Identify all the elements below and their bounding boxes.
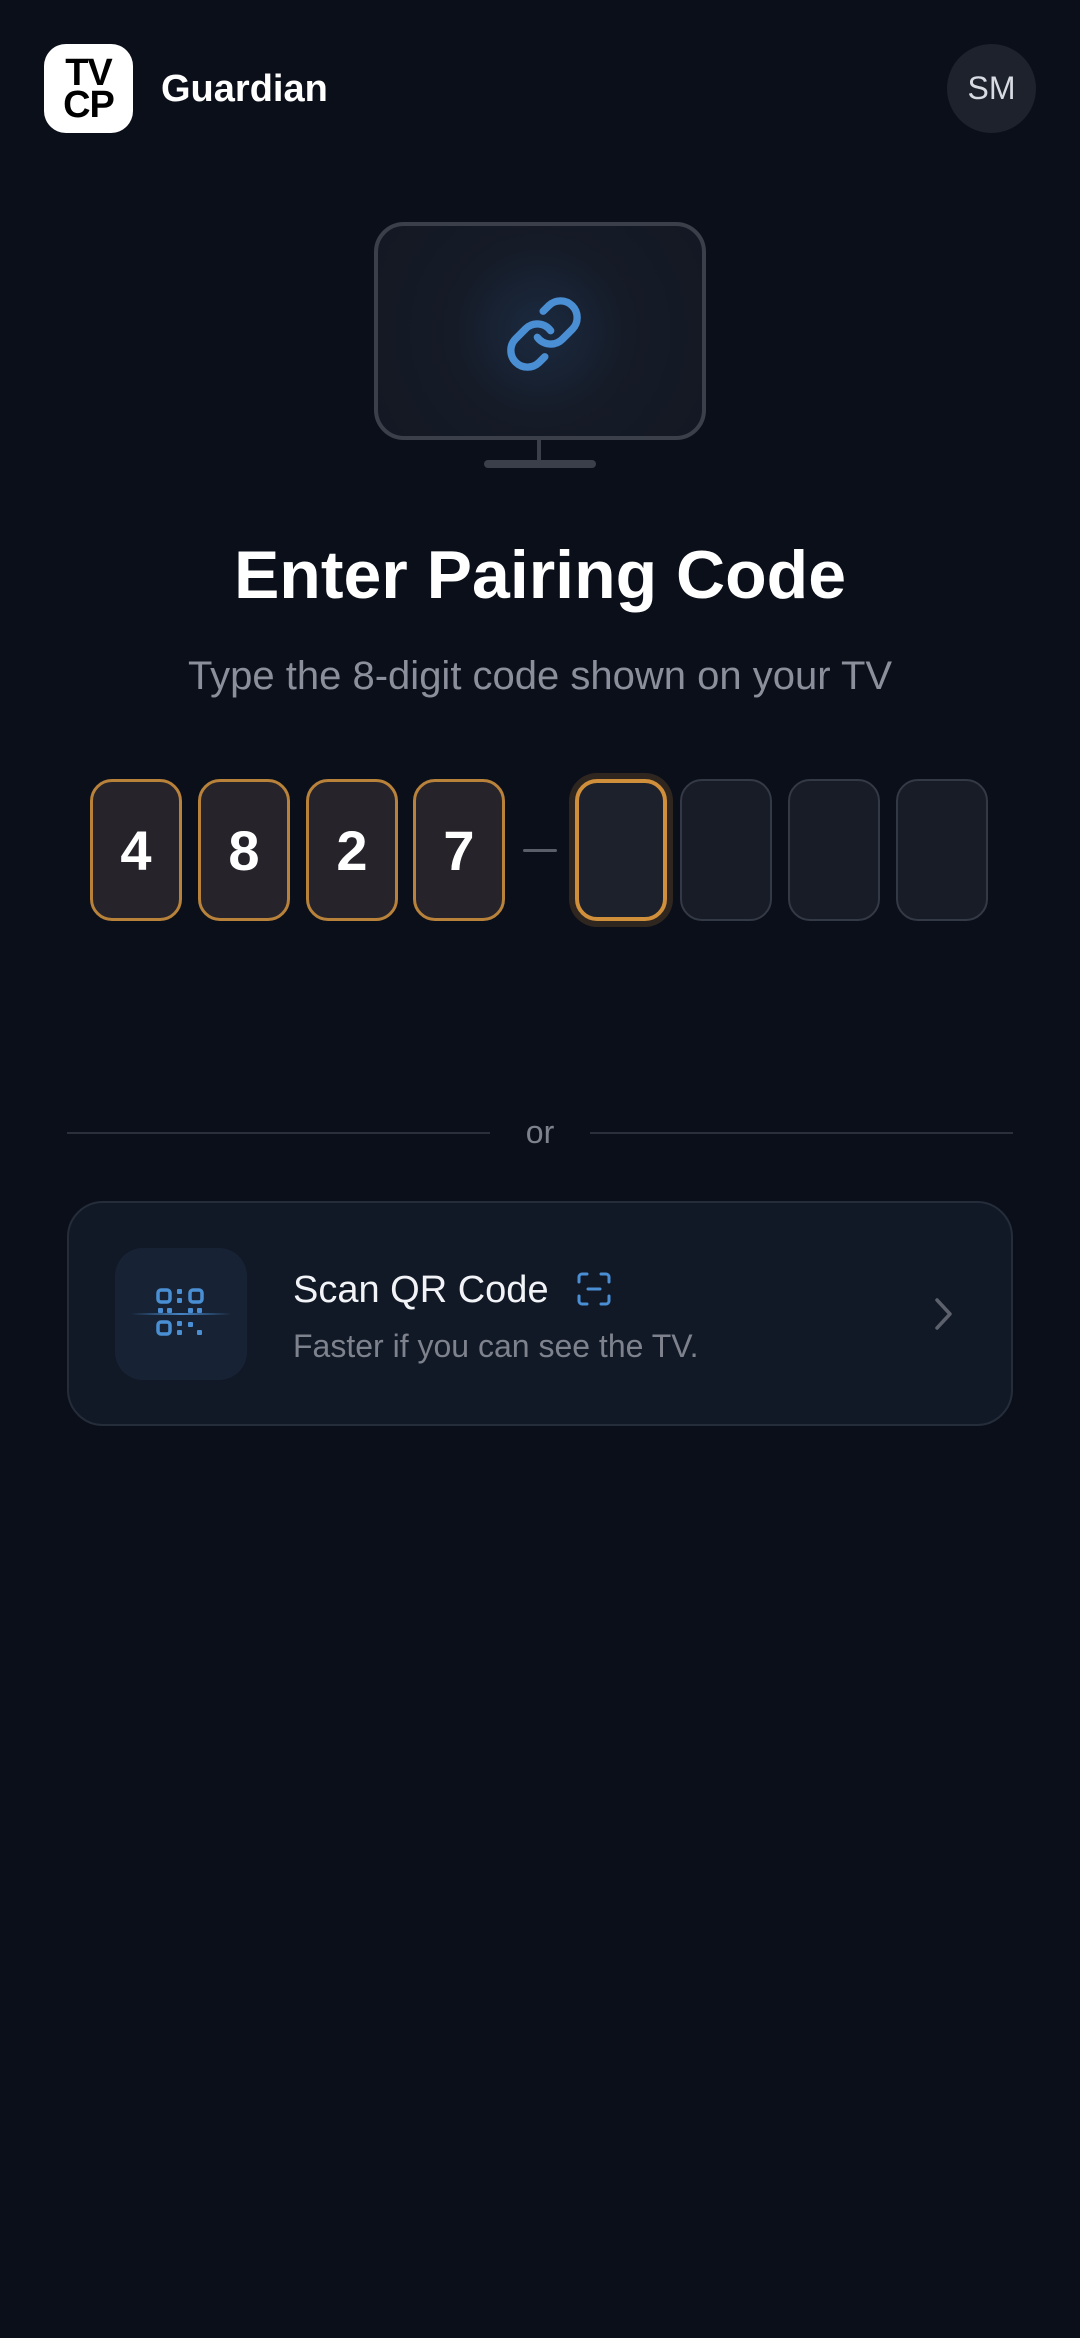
app-logo[interactable]: TV CP — [44, 44, 133, 133]
code-digit-8[interactable] — [896, 779, 988, 921]
qr-icon-tile — [115, 1248, 247, 1380]
scan-qr-title: Scan QR Code — [293, 1269, 549, 1311]
tv-illustration — [374, 222, 706, 440]
code-digit-7[interactable] — [788, 779, 880, 921]
tv-stand-neck — [537, 438, 541, 462]
app-header: TV CP Guardian SM — [0, 0, 1080, 180]
code-digit-6[interactable] — [680, 779, 772, 921]
divider-line-left — [67, 1132, 490, 1134]
app-name: Guardian — [161, 68, 328, 110]
page-title: Enter Pairing Code — [233, 537, 847, 613]
code-separator — [523, 849, 557, 852]
scan-qr-option[interactable]: Scan QR Code Faster if you can see the T… — [67, 1201, 1013, 1426]
qr-code-icon — [131, 1288, 231, 1336]
page-subtitle: Type the 8-digit code shown on your TV — [187, 654, 893, 698]
chevron-right-icon — [935, 1298, 952, 1330]
code-digit-3[interactable]: 2 — [306, 779, 398, 921]
scan-qr-subtitle: Faster if you can see the TV. — [293, 1328, 699, 1364]
code-digit-5[interactable] — [575, 779, 667, 921]
logo-line-2: CP — [63, 83, 115, 126]
code-digit-4[interactable]: 7 — [413, 779, 505, 921]
link-icon — [507, 297, 581, 371]
tv-screen — [374, 222, 706, 440]
divider-label: or — [525, 1114, 555, 1150]
divider-line-right — [590, 1132, 1013, 1134]
scan-icon — [577, 1272, 611, 1306]
code-digit-2[interactable]: 8 — [198, 779, 290, 921]
code-digit-1[interactable]: 4 — [90, 779, 182, 921]
tv-stand-base — [484, 460, 596, 468]
avatar[interactable]: SM — [947, 44, 1036, 133]
